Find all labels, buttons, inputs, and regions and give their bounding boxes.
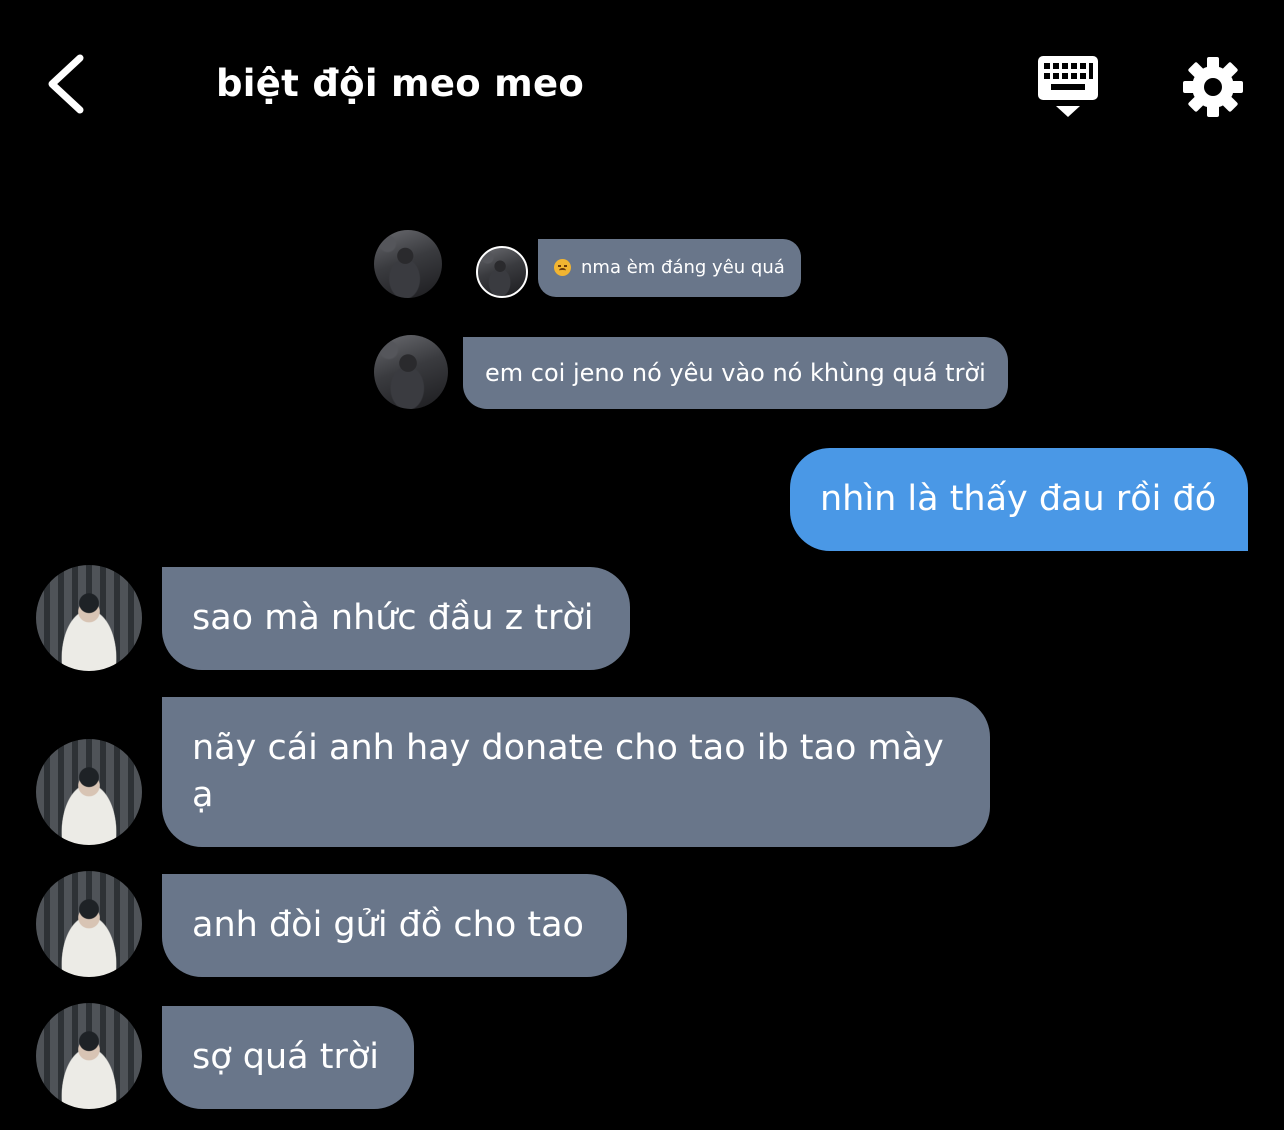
message-bubble[interactable]: sao mà nhức đầu z trời (162, 567, 630, 670)
sender-avatar[interactable] (374, 335, 448, 409)
settings-button[interactable] (1180, 54, 1246, 120)
message-text: nhìn là thấy đau rồi đó (820, 479, 1217, 519)
message-text: sao mà nhức đầu z trời (192, 598, 594, 638)
message-bubble[interactable]: anh đòi gửi đồ cho tao (162, 874, 627, 977)
keyboard-button[interactable] (1034, 54, 1102, 120)
message-bubble[interactable]: em coi jeno nó yêu vào nó khùng quá trời (463, 337, 1008, 409)
sender-avatar[interactable] (374, 230, 442, 298)
message-text: nma èm đáng yêu quá (581, 257, 785, 278)
message-bubble[interactable]: nãy cái anh hay donate cho tao ib tao mà… (162, 697, 990, 847)
sender-avatar[interactable] (36, 739, 142, 845)
message-text: anh đòi gửi đồ cho tao (192, 905, 584, 945)
message-text: em coi jeno nó yêu vào nó khùng quá trời (485, 359, 986, 387)
outgoing-message-bubble[interactable]: nhìn là thấy đau rồi đó (790, 448, 1248, 551)
sender-avatar[interactable] (36, 565, 142, 671)
back-button[interactable] (40, 50, 96, 120)
chat-title: biệt đội meo meo (216, 62, 585, 105)
message-bubble[interactable]: sợ quá trời (162, 1006, 414, 1109)
message-bubble[interactable]: nma èm đáng yêu quá (538, 239, 801, 297)
message-text: nãy cái anh hay donate cho tao ib tao mà… (192, 728, 944, 815)
small-avatar[interactable] (476, 246, 528, 298)
keyboard-hide-icon (1038, 56, 1098, 117)
disappointed-face-icon (554, 259, 571, 276)
sender-avatar[interactable] (36, 871, 142, 977)
gear-icon (1183, 57, 1243, 117)
sender-avatar[interactable] (36, 1003, 142, 1109)
message-text: sợ quá trời (192, 1037, 379, 1077)
chevron-left-icon (48, 54, 84, 114)
